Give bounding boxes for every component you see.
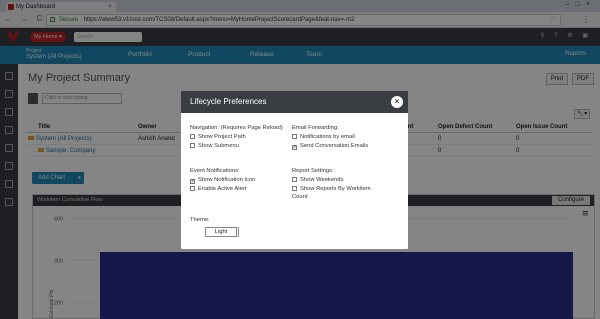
theme-label: Theme: [190, 217, 210, 223]
theme-select[interactable]: Light [205, 227, 237, 237]
enable-active-alert-option[interactable]: Enable Active Alert [190, 186, 246, 192]
email-forwarding-label: Email Forwarding: [292, 125, 339, 131]
enable-active-alert-checkbox[interactable] [190, 186, 195, 191]
show-submenu-option[interactable]: Show Submenu [190, 143, 239, 149]
show-project-path-option[interactable]: Show Project Path [190, 134, 246, 140]
enable-active-alert-label: Enable Active Alert [198, 186, 247, 192]
show-reports-by-workitem-option[interactable]: Show Reports By Workitem [292, 186, 371, 192]
notifications-by-email-option[interactable]: Notifications by email [292, 134, 355, 140]
show-project-path-label: Show Project Path [198, 134, 246, 140]
theme-select-edge [236, 227, 239, 237]
notifications-by-email-checkbox[interactable] [292, 134, 297, 139]
show-notification-icon-checkbox[interactable]: ✓ [190, 179, 195, 184]
send-conversation-emails-checkbox[interactable]: ✓ [292, 145, 297, 150]
show-reports-by-workitem-checkbox[interactable] [292, 186, 297, 191]
show-submenu-checkbox[interactable] [190, 143, 195, 148]
show-submenu-label: Show Submenu [198, 143, 239, 149]
show-weekends-label: Show Weekends [300, 177, 344, 183]
show-reports-by-workitem-label: Show Reports By Workitem [300, 186, 371, 192]
send-conversation-emails-label: Send Conversation Emails [300, 143, 369, 149]
navigation-label: Navigation: (Requires Page Reload) [190, 125, 283, 131]
close-icon[interactable]: × [391, 96, 403, 108]
modal-header: Lifecycle Preferences × [181, 91, 408, 113]
show-notification-icon-option[interactable]: ✓ Show Notification Icon [190, 177, 255, 184]
lifecycle-preferences-dialog: Lifecycle Preferences × Navigation: (Req… [181, 91, 408, 249]
show-weekends-checkbox[interactable] [292, 177, 297, 182]
notifications-by-email-label: Notifications by email [300, 134, 355, 140]
modal-title: Lifecycle Preferences [190, 97, 267, 106]
send-conversation-emails-option[interactable]: ✓ Send Conversation Emails [292, 143, 368, 150]
show-weekends-option[interactable]: Show Weekends [292, 177, 343, 183]
show-project-path-checkbox[interactable] [190, 134, 195, 139]
event-notifications-label: Event Notifications: [190, 168, 240, 174]
show-reports-by-workitem-count-label: Count [292, 194, 308, 200]
report-settings-label: Report Settings: [292, 168, 334, 174]
show-notification-icon-label: Show Notification Icon [198, 177, 256, 183]
